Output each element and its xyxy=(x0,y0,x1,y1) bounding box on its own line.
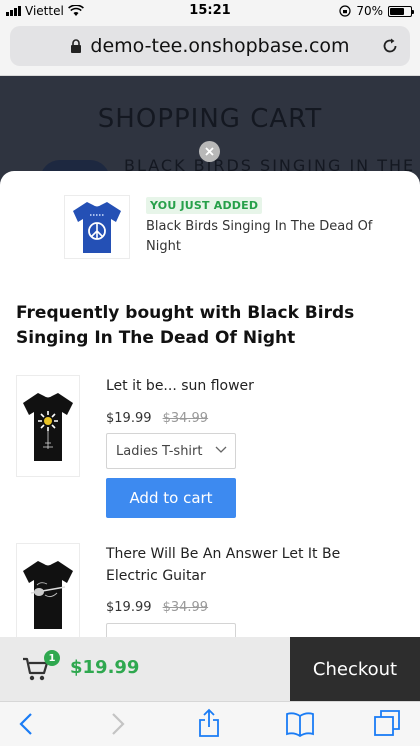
product-name[interactable]: There Will Be An Answer Let It Be Electr… xyxy=(106,543,396,587)
battery-icon xyxy=(388,5,414,17)
just-added-row: YOU JUST ADDED Black Birds Singing In Th… xyxy=(64,195,404,263)
cart-count-badge: 1 xyxy=(44,650,60,666)
price-row: $19.99 $34.99 xyxy=(106,407,208,426)
lock-icon xyxy=(71,38,82,53)
price-row: $19.99 $34.99 xyxy=(106,596,208,615)
product-compare-price: $34.99 xyxy=(162,411,209,426)
close-popup-button[interactable] xyxy=(199,141,220,162)
browser-address-area: demo-tee.onshopbase.com xyxy=(0,22,420,76)
product-compare-price: $34.99 xyxy=(162,600,209,615)
product-price: $19.99 xyxy=(106,600,152,615)
variant-selected-value: Ladies T-shirt xyxy=(116,443,203,459)
reload-icon[interactable] xyxy=(380,36,400,56)
url-field[interactable]: demo-tee.onshopbase.com xyxy=(10,26,410,66)
variant-select[interactable]: Ladies T-shirt xyxy=(106,433,236,469)
url-text: demo-tee.onshopbase.com xyxy=(90,35,350,57)
just-added-product-image xyxy=(64,195,130,259)
product-image[interactable] xyxy=(16,375,80,477)
frequently-bought-title: Frequently bought with Black Birds Singi… xyxy=(16,303,355,348)
recommended-product: Let it be... sun flower $19.99 $34.99 La… xyxy=(16,375,410,521)
cart-summary-bar: 1 $19.99 Checkout xyxy=(0,637,420,701)
status-bar: Viettel 15:21 70% xyxy=(0,0,420,22)
browser-toolbar xyxy=(0,701,420,746)
close-icon xyxy=(205,147,214,156)
product-price: $19.99 xyxy=(106,411,152,426)
status-right: 70% xyxy=(339,4,414,18)
product-image[interactable] xyxy=(16,543,80,637)
upsell-popup: YOU JUST ADDED Black Birds Singing In Th… xyxy=(0,171,420,637)
just-added-badge: YOU JUST ADDED xyxy=(146,197,263,214)
recommended-product: There Will Be An Answer Let It Be Electr… xyxy=(16,543,410,637)
add-to-cart-button[interactable]: Add to cart xyxy=(106,478,236,518)
back-icon[interactable] xyxy=(18,711,34,737)
chevron-down-icon xyxy=(215,446,227,453)
rotation-lock-icon xyxy=(339,5,351,17)
bookmarks-icon[interactable] xyxy=(285,711,315,737)
forward-icon[interactable] xyxy=(110,711,126,737)
background-page-title: SHOPPING CART xyxy=(97,104,323,134)
battery-percent: 70% xyxy=(356,4,383,18)
checkout-button[interactable]: Checkout xyxy=(290,637,420,701)
tabs-icon[interactable] xyxy=(373,709,401,737)
just-added-product-name: Black Birds Singing In The Dead Of Night xyxy=(146,219,373,254)
share-icon[interactable] xyxy=(198,708,220,738)
product-name[interactable]: Let it be... sun flower xyxy=(106,375,396,397)
cart-total: $19.99 xyxy=(70,657,140,678)
variant-select[interactable] xyxy=(106,623,236,637)
